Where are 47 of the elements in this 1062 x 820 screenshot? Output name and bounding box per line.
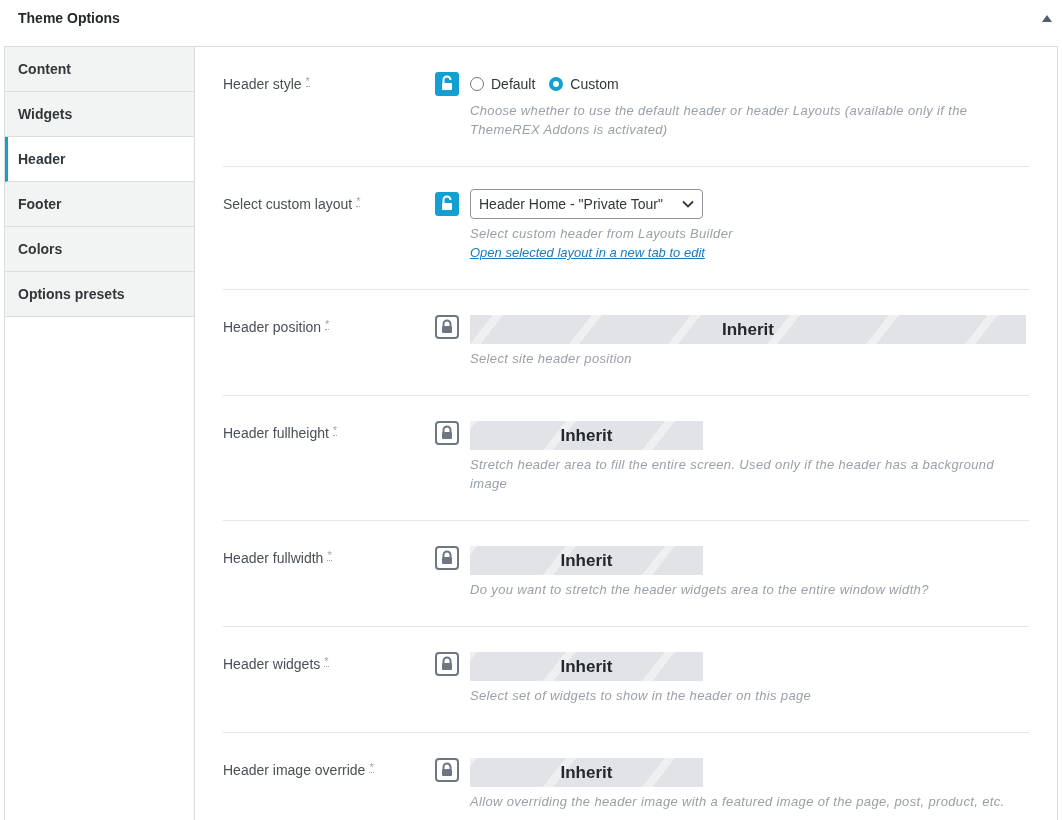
panel-title: Theme Options xyxy=(18,10,120,26)
option-label: Header position xyxy=(223,319,322,335)
unlocked-padlock-icon[interactable] xyxy=(435,192,459,216)
option-description: Select custom header from Layouts Builder xyxy=(470,225,734,243)
unlocked-padlock-icon[interactable] xyxy=(435,72,459,96)
radio-button[interactable] xyxy=(549,77,564,91)
required-mark: * xyxy=(327,551,332,561)
locked-padlock-icon[interactable] xyxy=(435,421,459,445)
option-description: Do you want to stretch the header widgets area to the entire window width? xyxy=(470,581,930,599)
option-label: Header style xyxy=(223,76,302,92)
settings-tab[interactable]: Options presets xyxy=(5,272,195,317)
inherit-field[interactable]: Inherit xyxy=(470,546,703,575)
option-description: Stretch header area to fill the entire screen. Used only if the header has a background image xyxy=(470,456,996,493)
required-mark: * xyxy=(325,320,330,330)
option-description: Choose whether to use the default header or header Layouts (available only if the ThemeREX Addons is activated) xyxy=(470,102,969,139)
inherit-field[interactable]: Inherit xyxy=(470,758,703,787)
required-mark: * xyxy=(305,77,310,87)
option-label: Header widgets xyxy=(223,656,321,672)
locked-padlock-icon[interactable] xyxy=(435,758,459,782)
locked-padlock-icon[interactable] xyxy=(435,315,459,339)
settings-tab[interactable]: Widgets xyxy=(5,92,195,137)
option-description: Select site header position xyxy=(470,350,633,368)
required-mark: * xyxy=(324,657,329,667)
inherit-field[interactable]: Inherit xyxy=(470,652,703,681)
option-description: Select set of widgets to show in the header on this page xyxy=(470,687,813,705)
required-mark: * xyxy=(356,197,361,207)
required-mark: * xyxy=(332,426,338,436)
settings-tab[interactable]: Header xyxy=(5,137,195,182)
option-description: Allow overriding the header image with a featured image of the page, post, product, etc. xyxy=(470,793,1006,811)
inherit-field[interactable]: Inherit xyxy=(470,421,703,450)
locked-padlock-icon[interactable] xyxy=(435,652,459,676)
option-label: Header image override xyxy=(223,762,366,778)
settings-tab[interactable]: Content xyxy=(5,47,195,92)
radio-option[interactable]: Default xyxy=(470,76,536,92)
option-label: Header fullheight xyxy=(223,425,329,441)
layout-dropdown[interactable]: Header Home - "Private Tour" xyxy=(470,189,703,219)
inherit-field[interactable]: Inherit xyxy=(470,315,1026,344)
radio-option[interactable]: Custom xyxy=(549,76,619,92)
edit-layout-link[interactable]: Open selected layout in a new tab to edit xyxy=(470,243,705,262)
chevron-down-icon xyxy=(682,200,694,208)
collapse-toggle-icon[interactable] xyxy=(1042,14,1052,22)
option-label: Select custom layout xyxy=(223,196,353,212)
settings-tab[interactable]: Colors xyxy=(5,227,195,272)
settings-tab[interactable]: Footer xyxy=(5,182,195,227)
locked-padlock-icon[interactable] xyxy=(435,546,459,570)
required-mark: * xyxy=(369,763,374,773)
option-label: Header fullwidth xyxy=(223,550,324,566)
